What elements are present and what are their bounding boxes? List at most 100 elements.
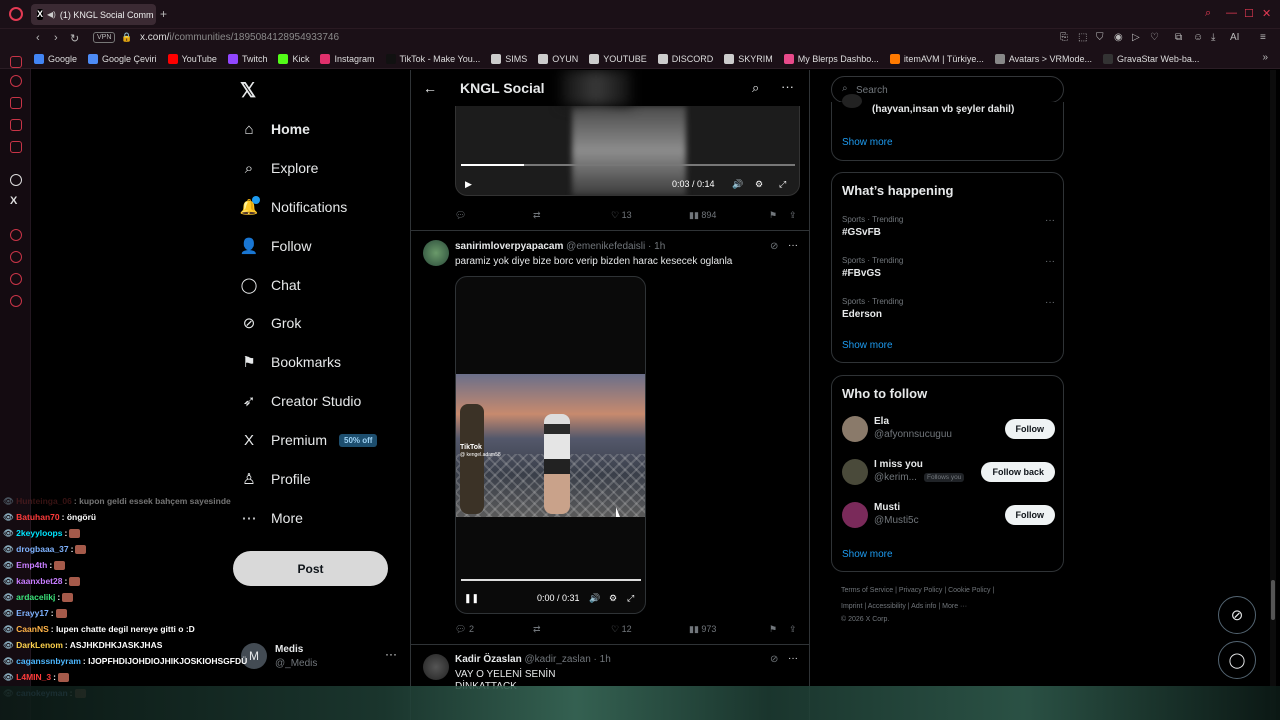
play-icon[interactable]: ▶ [465,179,472,190]
follow-button[interactable]: Follow [1004,505,1055,525]
bookmark-item[interactable]: TikTok - Make You... [385,53,480,64]
minimize-button[interactable]: — [1226,7,1237,19]
rail-item-settings-icon[interactable] [10,295,22,307]
avatar[interactable] [842,502,868,528]
heart-icon[interactable]: ♡ [1150,32,1159,43]
rail-item-music-icon[interactable] [10,141,22,153]
menu-icon[interactable]: ≡ [1260,32,1266,43]
bookmark-item[interactable]: Instagram [320,53,375,64]
bookmark-item[interactable]: Google Çeviri [88,53,157,64]
page-scrollbar[interactable] [1270,70,1276,720]
account-switcher[interactable]: M Medis @_Medis ··· [241,642,401,672]
rail-item-share-icon[interactable] [10,273,22,285]
trend-item[interactable]: Sports · Trending Ederson ··· [842,297,1055,320]
forward-nav-icon[interactable]: › [54,32,58,44]
follow-button[interactable]: Follow [1004,419,1055,439]
bookmarks-overflow-icon[interactable]: » [1262,52,1268,63]
footer-links[interactable]: Imprint | Accessibility | Ads info | Mor… [841,603,967,610]
bookmark-item[interactable]: SKYRIM [724,53,773,64]
reply-icon[interactable]: 💬︎ [455,210,466,221]
close-window-button[interactable]: ✕ [1262,7,1271,20]
show-more-link[interactable]: Show more [842,549,893,560]
tweet-author[interactable]: sanirimloverpyapacam @emenikefedaisli · … [455,241,665,252]
back-arrow-icon[interactable]: ← [423,80,437,96]
bookmark-item[interactable]: Kick [278,53,309,64]
reply-button[interactable]: 💬︎ 2 [455,624,474,635]
volume-icon[interactable]: 🔊 [732,179,743,190]
post-button[interactable]: Post [233,551,388,586]
trend-more-icon[interactable]: ··· [1045,215,1055,226]
like-button[interactable]: ♡ 12 [611,624,632,635]
rail-item-pinboard-icon[interactable] [10,97,22,109]
scrollbar-thumb[interactable] [1271,580,1275,620]
search-input[interactable] [854,81,1054,99]
play-icon[interactable]: ▷ [1132,32,1140,43]
rail-item-clock-icon[interactable] [10,251,22,263]
lock-icon[interactable]: 🔒 [121,32,132,43]
follow-suggestion[interactable]: I miss you @kerim... Follows you Follow bac… [842,459,1055,489]
rail-item-player-icon[interactable] [10,229,22,241]
video-player-1[interactable]: ▶ 0:03 / 0:14 🔊 ⚙ ⤢ [455,106,800,196]
nav-item-premium[interactable]: X Premium 50% off [240,426,378,454]
rail-item-x-icon[interactable]: X [10,195,17,207]
bookmark-item[interactable]: Google [34,53,77,64]
grok-icon[interactable]: ⊘ [770,241,778,252]
video-player-2[interactable]: TikTok @ kengel.adam58 ❚❚ 0:00 / 0:31 🔊 ⚙… [455,276,646,614]
bookmark-item[interactable]: OYUN [538,53,578,64]
rail-item-chatgpt-icon[interactable] [10,174,22,186]
volume-icon[interactable]: 🔊 [589,593,600,604]
trend-item[interactable]: Sports · Trending #GSvFB ··· [842,215,1055,238]
nav-item-follow[interactable]: 👤 Follow [240,232,312,260]
account-more-icon[interactable]: ··· [385,647,397,661]
bookmark-item[interactable]: YOUTUBE [589,53,647,64]
messages-fab-button[interactable]: ◯ [1218,641,1256,679]
trend-more-icon[interactable]: ··· [1045,297,1055,308]
maximize-button[interactable]: ☐ [1244,7,1254,20]
bookmark-item[interactable]: Avatars > VRMode... [994,53,1092,64]
cast-icon[interactable]: ⎘ [1060,32,1068,43]
search-box[interactable]: ⌕ [831,76,1064,103]
avatar[interactable] [842,416,868,442]
bookmark-item[interactable]: Twitch [227,53,267,64]
extensions-icon[interactable]: ⧉ [1175,32,1182,43]
more-options-icon[interactable]: ··· [788,240,798,251]
nav-item-more[interactable]: ⋯ More [240,504,303,532]
shield-icon[interactable]: ⛉ [1096,32,1104,43]
screenshot-icon[interactable]: ⬚ [1078,32,1087,43]
back-nav-icon[interactable]: ‹ [36,32,40,44]
x-logo-icon[interactable]: 𝕏 [240,78,256,103]
search-tabs-icon[interactable]: ⌕ [1205,7,1211,20]
like-button[interactable]: ♡ 13 [611,210,632,221]
bookmark-icon[interactable]: ⚑ [769,624,777,635]
bookmark-item[interactable]: GravaStar Web-ba... [1102,53,1199,64]
views-button[interactable]: ▮▮ 973 [689,624,716,635]
follow-button[interactable]: Follow back [981,462,1055,482]
nav-item-home[interactable]: ⌂ Home [240,115,309,143]
bookmark-item[interactable]: itemAVM | Türkiye... [889,53,984,64]
more-options-icon[interactable]: ··· [781,79,794,94]
views-button[interactable]: ▮▮ 894 [689,210,716,221]
nav-item-explore[interactable]: ⌕ Explore [240,154,319,182]
avatar[interactable] [423,654,449,680]
grok-icon[interactable]: ⊘ [770,654,778,665]
retweet-icon[interactable]: ⇄ [533,210,541,221]
bookmark-icon[interactable]: ⚑ [769,210,777,221]
speaker-icon[interactable]: ◀) [47,10,56,19]
tweet-author[interactable]: Kadir Özaslan @kadir_zaslan · 1h [455,654,611,665]
vpn-badge[interactable]: VPN [93,32,116,43]
follow-suggestion[interactable]: Ela @afyonnsucuguu Follow [842,416,1055,446]
nav-item-grok[interactable]: ⊘ Grok [240,309,302,337]
bookmark-item[interactable]: My Blerps Dashbo... [783,53,879,64]
show-more-link[interactable]: Show more [842,340,893,351]
bookmark-item[interactable]: DISCORD [657,53,713,64]
follow-suggestion[interactable]: Musti @Musti5c Follow [842,502,1055,532]
more-options-icon[interactable]: ··· [788,653,798,664]
share-icon[interactable]: ⇪ [789,624,797,635]
show-more-link[interactable]: Show more [842,137,893,148]
camera-icon[interactable]: ◉ [1114,32,1123,43]
avatar[interactable] [842,459,868,485]
rail-item-tools-icon[interactable] [10,119,22,131]
rail-item-history-icon[interactable] [10,75,22,87]
rail-item-messenger-icon[interactable] [10,56,22,68]
bookmark-item[interactable]: SIMS [491,53,527,64]
